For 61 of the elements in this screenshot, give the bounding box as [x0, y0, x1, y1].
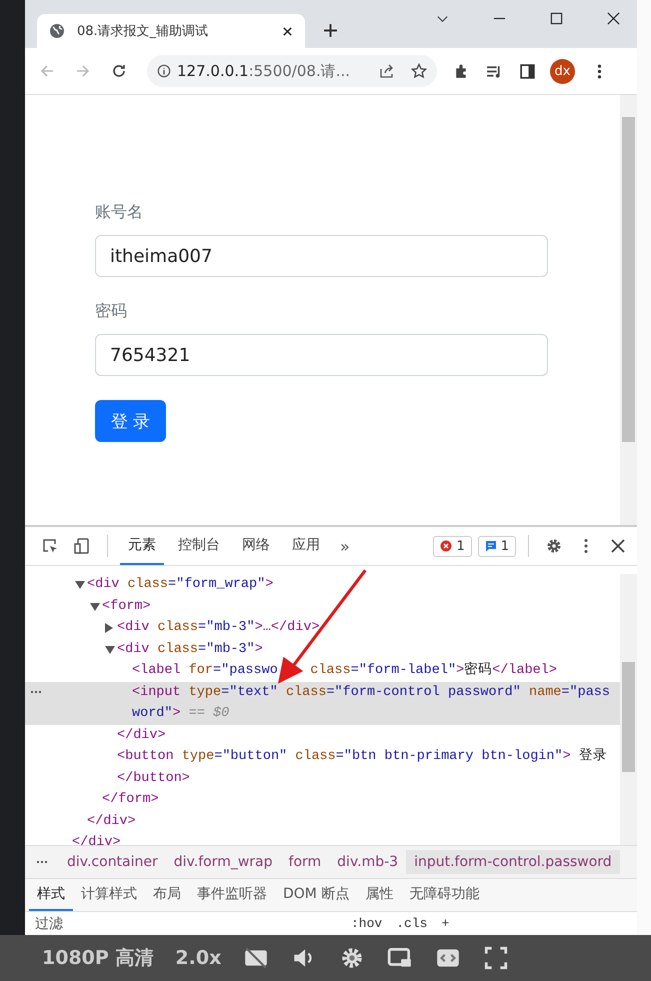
devtools-tab[interactable]: 网络 — [234, 527, 278, 565]
new-tab-icon[interactable] — [323, 23, 338, 38]
dom-node[interactable]: <label for="passwo class="form-label">密码</label> — [132, 660, 618, 682]
close-icon[interactable] — [609, 537, 627, 555]
closing-tag[interactable]: </form> — [102, 789, 618, 810]
device-icon[interactable] — [73, 537, 91, 555]
expand-icon[interactable] — [90, 602, 100, 610]
scrollbar[interactable] — [620, 574, 637, 845]
devtools-tab[interactable]: 控制台 — [170, 527, 228, 565]
styles-tab[interactable]: 布局 — [145, 879, 189, 911]
profile-avatar[interactable]: dx — [550, 58, 575, 84]
more-tabs[interactable]: » — [334, 536, 356, 556]
devtools-tab[interactable]: 元素 — [120, 527, 164, 565]
inspect-icon[interactable] — [41, 537, 59, 555]
address-bar[interactable]: 127.0.0.1:5500/08.请... — [147, 55, 437, 87]
scrollbar[interactable] — [620, 95, 637, 525]
globe-icon — [49, 23, 65, 39]
filter-toggle[interactable]: :hov — [351, 916, 382, 931]
closing-tag[interactable]: </div> — [87, 810, 618, 832]
error-icon — [440, 540, 452, 552]
subtitle-off-icon[interactable] — [243, 945, 270, 971]
field-label: 账号名 — [95, 202, 143, 223]
settings-icon[interactable] — [545, 537, 563, 555]
field-label: 密码 — [95, 301, 127, 322]
filter-toggle[interactable]: .cls — [396, 916, 428, 931]
fullscreen-icon[interactable] — [483, 945, 510, 971]
login-button[interactable]: 登 录 — [95, 400, 166, 442]
input-field[interactable]: itheima007 — [95, 235, 548, 277]
styles-tab[interactable]: 属性 — [357, 879, 402, 911]
share-icon[interactable] — [379, 63, 395, 79]
styles-tab[interactable]: DOM 断点 — [275, 879, 358, 911]
close-icon[interactable] — [607, 12, 620, 25]
browser-tab[interactable]: 08.请求报文_辅助调试 — [37, 14, 305, 48]
expand-icon[interactable] — [105, 646, 115, 654]
reload-icon[interactable] — [111, 63, 127, 79]
side-panel-icon[interactable] — [519, 62, 536, 80]
styles-tab[interactable]: 样式 — [29, 879, 73, 911]
devtools-tab[interactable]: 应用 — [284, 527, 328, 565]
close-icon[interactable] — [282, 26, 293, 36]
expand-icon[interactable] — [75, 581, 85, 589]
message-badge[interactable]: 1 — [478, 536, 516, 556]
info-icon[interactable] — [157, 64, 171, 78]
speed-button[interactable]: 2.0x — [175, 947, 222, 969]
breadcrumb[interactable]: input.form-control.password — [406, 850, 620, 874]
styles-tab[interactable]: 事件监听器 — [189, 879, 275, 911]
dom-node[interactable]: <form> — [102, 596, 618, 617]
message-icon — [484, 540, 497, 552]
star-icon[interactable] — [411, 63, 427, 79]
dom-node[interactable]: <button type="button" class="btn btn-primary btn-login"> 登录 </button> — [117, 746, 618, 789]
dom-node[interactable]: <div class="mb-3"> — [117, 638, 618, 660]
styles-tab[interactable]: 无障碍功能 — [401, 879, 488, 911]
expand-icon[interactable] — [105, 623, 113, 633]
quality-button[interactable]: 1080P 高清 — [42, 945, 154, 971]
error-badge[interactable]: 1 — [433, 536, 472, 556]
maximize-icon[interactable] — [550, 12, 563, 25]
dom-node[interactable]: <div class="form_wrap"> — [87, 574, 618, 596]
input-field[interactable]: 7654321 — [95, 334, 548, 376]
dom-node[interactable]: <div class="mb-3">…</div> — [117, 617, 618, 638]
closing-tag[interactable]: </div> — [117, 724, 618, 746]
styles-tab[interactable]: 计算样式 — [73, 879, 145, 911]
filter-toggle[interactable]: + — [441, 916, 450, 931]
